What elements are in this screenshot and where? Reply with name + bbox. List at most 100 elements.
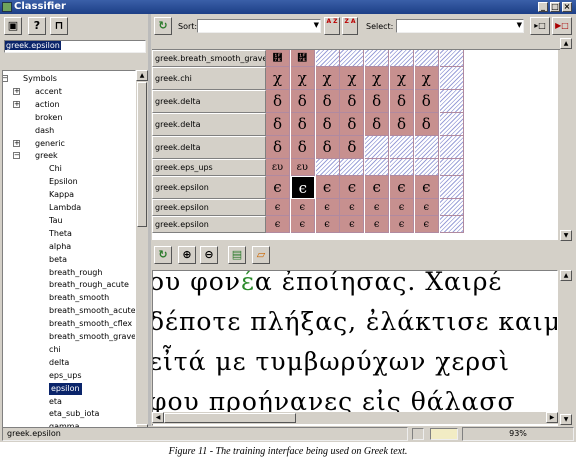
save-button[interactable]: ▣ [4, 17, 22, 35]
tree-expander-icon[interactable]: + [13, 139, 20, 147]
grid-row-label[interactable]: greek.epsilon [152, 176, 266, 199]
scroll-left-arrow[interactable]: ◀ [152, 412, 164, 423]
glyph-cell[interactable]: χ [266, 67, 290, 90]
glyph-cell[interactable]: ϵ [340, 216, 365, 233]
glyph-cell[interactable]: ϵ [365, 199, 390, 216]
classify-button[interactable]: ▤ [228, 246, 246, 264]
tree-item[interactable]: epsilon [49, 382, 82, 395]
empty-cell[interactable] [390, 159, 414, 176]
glyph-cell[interactable]: ϵ [266, 176, 290, 199]
scroll-down-arrow[interactable]: ▼ [560, 414, 572, 425]
tree-item[interactable]: Kappa [49, 189, 74, 201]
tree-expander-icon[interactable]: + [13, 100, 20, 108]
glyph-cell[interactable]: ϵ [390, 216, 414, 233]
tree-item[interactable]: broken [35, 112, 62, 124]
grid-row-label[interactable]: greek.delta [152, 90, 266, 113]
glyph-cell[interactable]: χ [365, 67, 390, 90]
empty-cell[interactable] [439, 176, 464, 199]
glyph-cell[interactable]: δ [414, 90, 439, 113]
tree-item[interactable]: alpha [49, 241, 71, 253]
glyph-cell[interactable]: ευ [290, 159, 315, 176]
glyph-cell[interactable]: ϵ [365, 216, 390, 233]
glyph-cell[interactable]: δ [266, 136, 290, 159]
glyph-cell[interactable]: δ [340, 90, 365, 113]
grid-scrollbar[interactable]: ▲ ▼ [560, 38, 572, 242]
glyph-cell[interactable]: ϵ [290, 176, 315, 199]
empty-cell[interactable] [414, 136, 439, 159]
previous-button[interactable]: ▸□ [530, 17, 550, 35]
glyph-cell[interactable]: δ [266, 90, 290, 113]
glyph-cell[interactable]: ϵ [266, 199, 290, 216]
tree-item[interactable]: Tau [49, 215, 63, 227]
tree-scrollbar[interactable]: ▲ ▼ [136, 70, 148, 436]
symbol-tree[interactable]: − Symbols + accent + action broken dash + generic… [2, 70, 136, 436]
tree-item[interactable]: Epsilon [49, 176, 78, 188]
zoom-in-button[interactable]: ⊕ [178, 246, 196, 264]
glyph-cell[interactable]: ϵ [414, 176, 439, 199]
glyph-cell[interactable]: ὾ [266, 50, 290, 67]
tree-item[interactable]: eps_ups [49, 370, 81, 382]
tree-expander-icon[interactable]: − [13, 152, 20, 160]
glyph-cell[interactable]: χ [414, 67, 439, 90]
grid-row-label[interactable]: greek.epsilon [152, 199, 266, 216]
empty-cell[interactable] [390, 50, 414, 67]
tree-item[interactable]: action [35, 99, 60, 111]
grid-row-label[interactable]: greek.eps_ups [152, 159, 266, 176]
sort-ascending-button[interactable]: A Z [324, 17, 340, 35]
glyph-cell[interactable]: δ [315, 136, 340, 159]
close-button[interactable]: × [562, 2, 572, 12]
grid-row-label[interactable]: greek.delta [152, 136, 266, 159]
glyph-cell[interactable]: χ [315, 67, 340, 90]
vertical-splitter[interactable] [148, 14, 151, 426]
maximize-button[interactable]: □ [550, 2, 560, 12]
symbol-search-input[interactable]: greek.epsilon [4, 40, 146, 53]
glyph-cell[interactable]: χ [290, 67, 315, 90]
open-image-button[interactable]: ▱ [252, 246, 270, 264]
tree-item[interactable]: dash [35, 125, 54, 137]
scroll-thumb[interactable] [137, 82, 147, 227]
grid-row-label[interactable]: greek.chi [152, 67, 266, 90]
glyph-cell[interactable]: δ [340, 136, 365, 159]
glyph-cell[interactable]: δ [365, 90, 390, 113]
scroll-thumb[interactable] [164, 413, 296, 423]
glyph-cell[interactable]: χ [340, 67, 365, 90]
empty-cell[interactable] [439, 50, 464, 67]
empty-cell[interactable] [390, 136, 414, 159]
glyph-cell[interactable]: δ [290, 113, 315, 136]
empty-cell[interactable] [414, 50, 439, 67]
empty-cell[interactable] [340, 50, 365, 67]
tree-item[interactable]: breath_rough_acute [49, 279, 129, 291]
glyph-cell[interactable]: χ [390, 67, 414, 90]
empty-cell[interactable] [315, 50, 340, 67]
tree-item[interactable]: beta [49, 254, 67, 266]
scroll-up-arrow[interactable]: ▲ [560, 38, 572, 49]
zoom-out-button[interactable]: ⊖ [200, 246, 218, 264]
glyph-cell[interactable]: ϵ [365, 176, 390, 199]
glyph-cell[interactable]: δ [315, 113, 340, 136]
tree-item[interactable]: Symbols [23, 73, 57, 85]
grid-row-label[interactable]: greek.epsilon [152, 216, 266, 233]
tree-item[interactable]: eta_sub_iota [49, 408, 99, 420]
glyph-cell[interactable]: ϵ [340, 176, 365, 199]
tree-item[interactable]: greek [35, 150, 58, 162]
glyph-cell[interactable]: δ [290, 136, 315, 159]
tree-item[interactable]: delta [49, 357, 69, 369]
tree-item[interactable]: chi [49, 344, 61, 356]
glyph-cell[interactable]: δ [414, 113, 439, 136]
tree-item[interactable]: breath_smooth_cflex [49, 318, 132, 330]
minimize-button[interactable]: _ [538, 2, 548, 12]
empty-cell[interactable] [365, 159, 390, 176]
help-button[interactable]: ? [28, 17, 46, 35]
glyph-grid[interactable]: greek.breath_smooth_grave ὾ ὾ greek.chi χ χ χ χ… [152, 50, 464, 240]
refresh-button[interactable]: ↻ [154, 17, 172, 35]
tree-item[interactable]: breath_smooth [49, 292, 109, 304]
empty-cell[interactable] [439, 199, 464, 216]
glyph-cell[interactable]: δ [365, 113, 390, 136]
empty-cell[interactable] [439, 159, 464, 176]
glyph-cell[interactable]: δ [340, 113, 365, 136]
glyph-cell[interactable]: ϵ [390, 199, 414, 216]
select-dropdown[interactable]: ▼ [396, 19, 524, 33]
empty-cell[interactable] [439, 136, 464, 159]
glyph-cell[interactable]: ϵ [290, 199, 315, 216]
sort-descending-button[interactable]: Z A [342, 17, 358, 35]
